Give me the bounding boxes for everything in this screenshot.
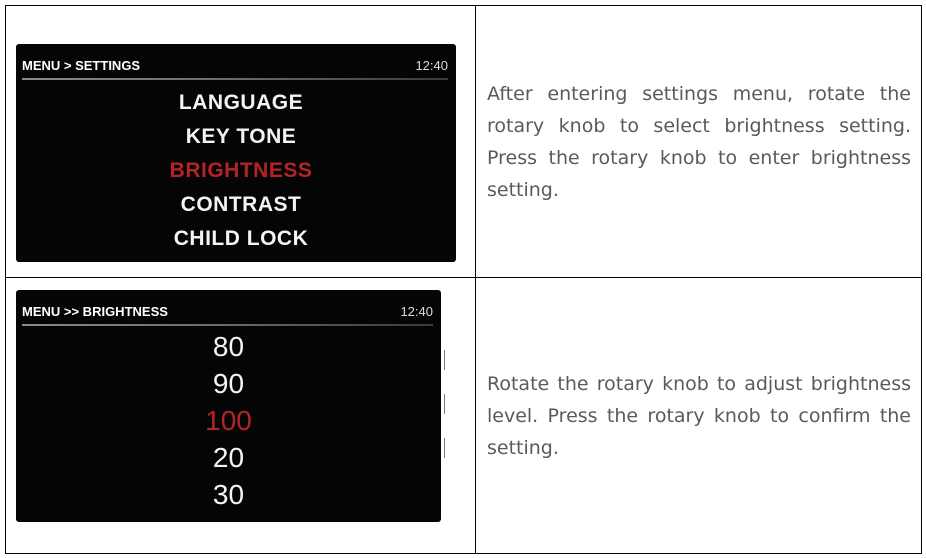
step-description: Rotate the rotary knob to adjust brightn… [487,372,911,459]
brightness-option: 90 [212,368,245,399]
header-divider [22,324,433,326]
menu-item-brightness: BRIGHTNESS [169,159,313,182]
header-divider [22,78,448,80]
clock-time: 12:40 [400,304,433,319]
lcd-header: MENU > SETTINGS 12:40 [22,58,448,78]
screen-image-cell: MENU > SETTINGS 12:40 LANGUAGE KEY TONE … [5,5,476,278]
scroll-tick [444,438,445,458]
brightness-option: 30 [212,479,245,510]
step-row-settings-menu: MENU > SETTINGS 12:40 LANGUAGE KEY TONE … [5,5,922,278]
menu-item-contrast: CONTRAST [180,193,302,216]
step-description: After entering settings menu, rotate the… [487,82,911,201]
menu-item-language: LANGUAGE [178,91,304,114]
settings-menu-list: LANGUAGE KEY TONE BRIGHTNESS CONTRAST CH… [16,86,456,256]
lcd-screen-settings: MENU > SETTINGS 12:40 LANGUAGE KEY TONE … [16,44,456,262]
screen-image-cell: MENU >> BRIGHTNESS 12:40 80 90 100 20 30 [5,277,476,554]
description-cell: Rotate the rotary knob to adjust brightn… [475,277,922,554]
instruction-table: MENU > SETTINGS 12:40 LANGUAGE KEY TONE … [5,5,922,554]
clock-time: 12:40 [415,58,448,73]
brightness-option: 80 [212,331,245,362]
brightness-option-selected: 100 [205,405,252,436]
menu-item-key-tone: KEY TONE [185,125,297,148]
step-row-brightness-level: MENU >> BRIGHTNESS 12:40 80 90 100 20 30 [5,277,922,554]
menu-item-child-lock: CHILD LOCK [173,227,309,250]
lcd-screen-brightness: MENU >> BRIGHTNESS 12:40 80 90 100 20 30 [16,290,441,522]
lcd-header: MENU >> BRIGHTNESS 12:40 [22,304,433,324]
scroll-tick [444,350,445,370]
brightness-level-list: 80 90 100 20 30 [16,328,441,513]
brightness-option: 20 [212,442,245,473]
breadcrumb: MENU > SETTINGS [22,58,141,73]
breadcrumb: MENU >> BRIGHTNESS [22,304,168,319]
scroll-tick [444,394,445,414]
description-cell: After entering settings menu, rotate the… [475,5,922,278]
scroll-indicator [443,350,447,460]
